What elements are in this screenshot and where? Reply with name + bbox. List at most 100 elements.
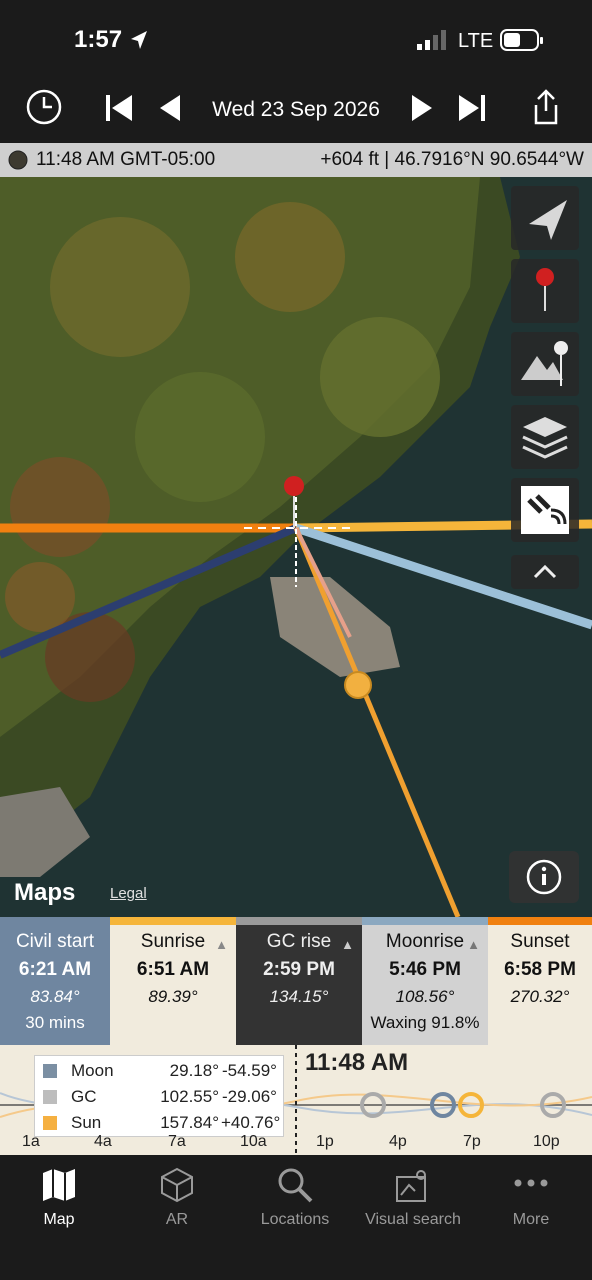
legend-elevation: -29.06°: [221, 1087, 277, 1106]
tab-label: Locations: [260, 1211, 330, 1228]
info-button[interactable]: [509, 851, 579, 903]
status-bar: 1:57 LTE: [0, 0, 592, 80]
event-gc-rise[interactable]: ▲ GC rise 2:59 PM 134.15°: [236, 917, 362, 1045]
info-icon: [526, 859, 562, 895]
tick-label: 10p: [533, 1133, 560, 1150]
tab-label: Visual search: [365, 1211, 461, 1228]
apple-maps-logo: Maps: [14, 879, 76, 906]
legend-name: Sun: [71, 1113, 102, 1132]
tab-visual-search[interactable]: Visual search: [354, 1155, 472, 1245]
legend-name: GC: [71, 1087, 97, 1106]
event-moonrise[interactable]: ▲ Moonrise 5:46 PM 108.56° Waxing 91.8%: [362, 917, 488, 1045]
skip-back-icon[interactable]: [106, 95, 132, 121]
tab-ar[interactable]: AR: [118, 1155, 236, 1245]
gc-swatch: [43, 1090, 57, 1104]
tick-label: 4a: [94, 1133, 112, 1150]
event-time: 6:51 AM: [136, 959, 210, 980]
event-angle: 83.84°: [30, 987, 80, 1006]
event-name: Sunset: [510, 931, 570, 952]
event-angle: 134.15°: [269, 987, 329, 1006]
tick-label: 7p: [463, 1133, 481, 1150]
event-sunrise[interactable]: ▲ Sunrise 6:51 AM 89.39°: [110, 917, 236, 1045]
timeline-current-time: 11:48 AM: [305, 1049, 409, 1076]
event-angle: 270.32°: [510, 987, 570, 1006]
event-time: 6:21 AM: [18, 959, 92, 980]
map-canvas[interactable]: [0, 177, 592, 917]
moon-phase-text: Waxing 91.8%: [370, 1013, 480, 1032]
tab-locations[interactable]: Locations: [236, 1155, 354, 1245]
skip-forward-icon[interactable]: [459, 95, 485, 121]
red-pin-icon: [536, 268, 554, 311]
legend-azimuth: 29.18°: [169, 1061, 219, 1080]
event-civil-start[interactable]: Civil start 6:21 AM 83.84° 30 mins: [0, 917, 110, 1045]
tab-label: AR: [165, 1211, 189, 1228]
satellite-map[interactable]: Maps Legal: [0, 177, 592, 917]
event-angle: 108.56°: [395, 987, 455, 1006]
legend-elevation: +40.76°: [221, 1113, 281, 1132]
tick-label: 10a: [240, 1133, 267, 1150]
current-date[interactable]: Wed 23 Sep 2026: [200, 98, 392, 122]
satellite-icon: [521, 486, 569, 534]
visual-search-icon: [396, 1170, 426, 1202]
tick-label: 1a: [22, 1133, 40, 1150]
legend-azimuth: 157.84°: [160, 1113, 219, 1132]
previous-day-icon[interactable]: [160, 95, 180, 121]
legend-azimuth: 102.55°: [160, 1087, 219, 1106]
event-extra: 30 mins: [25, 1013, 85, 1032]
rise-arrow-icon: ▲: [215, 937, 228, 952]
tab-more[interactable]: More: [472, 1155, 590, 1245]
navigation-arrow-icon: [529, 200, 567, 240]
my-location-button[interactable]: [511, 186, 579, 250]
collapse-tools-button[interactable]: [511, 555, 579, 589]
event-time: 5:46 PM: [389, 959, 461, 980]
body-legend: Moon 29.18° -54.59° GC 102.55° -29.06° S…: [34, 1055, 284, 1137]
moon-phase-icon: [8, 150, 28, 170]
rise-arrow-icon: ▲: [341, 937, 354, 952]
next-day-icon[interactable]: [412, 95, 432, 121]
event-angle: 89.39°: [148, 987, 198, 1006]
location-arrow-icon: [131, 31, 147, 49]
legal-link[interactable]: Legal: [110, 885, 147, 902]
network-type: LTE: [458, 30, 494, 52]
mountain-pin-icon: [521, 341, 568, 386]
tab-map[interactable]: Map: [0, 1155, 118, 1245]
coordinates-label: +604 ft | 46.7916°N 90.6544°W: [320, 149, 584, 170]
legend-elevation: -54.59°: [221, 1061, 277, 1080]
date-toolbar: Wed 23 Sep 2026: [0, 80, 592, 142]
time-location-strip: 11:48 AM GMT-05:00 +604 ft | 46.7916°N 9…: [0, 143, 592, 177]
tab-label: Map: [43, 1211, 75, 1228]
layers-icon: [522, 417, 568, 459]
rise-arrow-icon: ▲: [467, 937, 480, 952]
legend-row-moon: Moon 29.18° -54.59°: [35, 1058, 283, 1084]
terrain-pin-button[interactable]: [511, 332, 579, 396]
sun-swatch: [43, 1116, 57, 1130]
event-time: 2:59 PM: [263, 959, 335, 980]
more-icon: [514, 1179, 548, 1187]
legend-row-gc: GC 102.55° -29.06°: [35, 1084, 283, 1110]
status-time: 1:57: [74, 26, 123, 53]
map-icon: [43, 1169, 75, 1201]
tick-label: 7a: [168, 1133, 186, 1150]
local-time-label: 11:48 AM GMT-05:00: [36, 149, 216, 170]
share-icon[interactable]: [532, 89, 560, 125]
legend-name: Moon: [71, 1061, 114, 1080]
clock-icon[interactable]: [26, 89, 62, 125]
search-icon: [278, 1168, 313, 1203]
ar-cube-icon: [161, 1167, 193, 1203]
event-sunset[interactable]: Sunset 6:58 PM 270.32°: [488, 917, 592, 1045]
chevron-up-icon: [533, 564, 557, 579]
map-layers-button[interactable]: [511, 405, 579, 469]
tab-label: More: [512, 1211, 550, 1228]
events-strip[interactable]: Civil start 6:21 AM 83.84° 30 mins ▲ Sun…: [0, 917, 592, 1045]
timeline-panel[interactable]: Moon 29.18° -54.59° GC 102.55° -29.06° S…: [0, 1045, 592, 1155]
drop-pin-button[interactable]: [511, 259, 579, 323]
satellite-view-button[interactable]: [511, 478, 579, 542]
tab-bar: Map AR Locations Visual search More: [0, 1155, 592, 1280]
battery-icon: [500, 29, 543, 51]
tick-label: 1p: [316, 1133, 334, 1150]
tick-label: 4p: [389, 1133, 407, 1150]
signal-icon: [417, 30, 446, 50]
event-time: 6:58 PM: [504, 959, 576, 980]
event-name: Civil start: [15, 931, 95, 952]
moon-swatch: [43, 1064, 57, 1078]
